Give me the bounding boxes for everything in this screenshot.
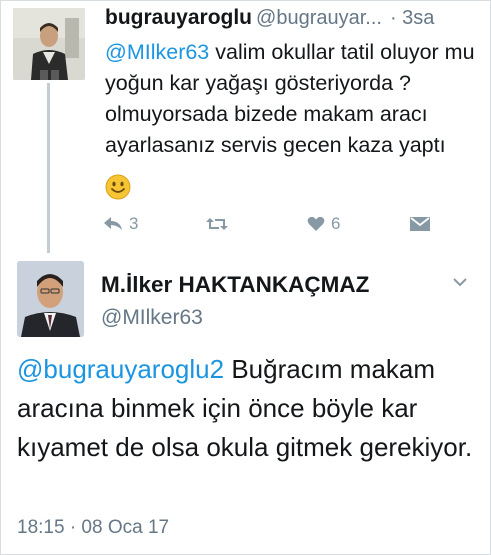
main-mention-link[interactable]: @bugrauyaroglu2 <box>17 354 224 384</box>
reply-tweet-actions: 3 6 <box>95 210 455 240</box>
reply-tweet-header: bugrauyaroglu @bugrauyar... · 3sa <box>105 6 485 34</box>
main-tweet[interactable]: M.İlker HAKTANKAÇMAZ @MIlker63 @bugrauya… <box>0 252 491 555</box>
like-action[interactable]: 6 <box>307 210 340 238</box>
reply-arrow-icon <box>104 217 122 230</box>
smiley-face-icon <box>105 174 131 200</box>
envelope-icon <box>410 217 430 231</box>
reply-tweet[interactable]: bugrauyaroglu @bugrauyar... · 3sa @MIlker6… <box>0 0 491 253</box>
reply-action[interactable]: 3 <box>103 210 138 238</box>
main-author-avatar[interactable] <box>17 261 84 337</box>
chevron-down-icon[interactable] <box>452 274 468 292</box>
direct-message-action[interactable] <box>409 210 431 238</box>
retweet-action[interactable] <box>205 210 235 238</box>
reply-author-handle[interactable]: @bugrauyar... <box>256 7 382 29</box>
conversation-thread-line <box>47 83 50 253</box>
reply-author-name[interactable]: bugrauyaroglu <box>105 6 252 29</box>
main-tweet-text: @bugrauyaroglu2 Buğracım makam aracına b… <box>17 350 477 467</box>
reply-author-avatar[interactable] <box>13 8 85 80</box>
main-author-handle[interactable]: @MIlker63 <box>101 306 203 330</box>
main-author-name[interactable]: M.İlker HAKTANKAÇMAZ <box>101 272 369 298</box>
reply-count: 3 <box>129 214 139 233</box>
retweet-icon <box>206 218 228 230</box>
main-tweet-timestamp[interactable]: 18:15 · 08 Oca 17 <box>17 517 169 539</box>
reply-tweet-text: @MIlker63 valim okullar tatil oluyor mu … <box>105 37 485 161</box>
heart-icon <box>307 216 325 231</box>
reply-tweet-time[interactable]: · 3sa <box>390 7 434 29</box>
reply-mention-link[interactable]: @MIlker63 <box>105 40 209 64</box>
like-count: 6 <box>331 214 341 233</box>
